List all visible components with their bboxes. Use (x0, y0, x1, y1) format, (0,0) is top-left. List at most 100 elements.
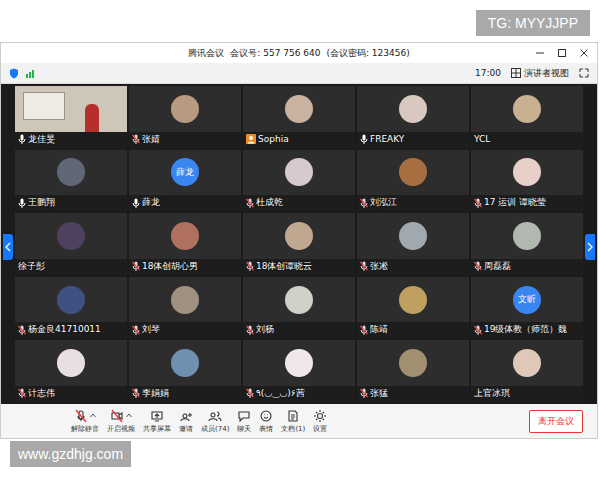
participant-tile[interactable]: FREAKY (357, 86, 469, 148)
mic-muted-icon (246, 261, 254, 271)
participant-tile[interactable]: 陈靖 (357, 277, 469, 339)
mic-icon (18, 198, 26, 208)
participant-name: FREAKY (370, 134, 404, 144)
participant-name: 周磊磊 (484, 260, 511, 273)
mic-muted-icon (360, 198, 368, 208)
avatar (171, 286, 199, 314)
avatar (399, 349, 427, 377)
participant-tile[interactable]: Sophia (243, 86, 355, 148)
avatar (513, 222, 541, 250)
shield-icon[interactable] (9, 68, 19, 79)
signal-icon[interactable] (25, 69, 35, 78)
participant-tile[interactable]: 刘琴 (129, 277, 241, 339)
mic-muted-icon (246, 325, 254, 335)
participant-tile[interactable]: 杨金良41710011 (15, 277, 127, 339)
minimize-icon[interactable] (535, 48, 545, 58)
participant-tile[interactable]: 张猛 (357, 340, 469, 402)
participant-tile[interactable]: 王鹏翔 (15, 150, 127, 212)
avatar (57, 158, 85, 186)
title-bar: 腾讯会议会议号: 557 756 640(会议密码: 123456) (1, 43, 597, 63)
fullscreen-icon[interactable] (579, 68, 589, 78)
mic-muted-icon (246, 198, 254, 208)
speaker-view-button[interactable]: 演讲者视图 (511, 67, 569, 80)
participant-tile[interactable]: 杜成乾 (243, 150, 355, 212)
mic-off-icon (74, 409, 88, 423)
participant-name: 徐子彭 (18, 260, 45, 273)
participant-tile[interactable]: 李娟娟 (129, 340, 241, 402)
emoji-icon (259, 409, 273, 423)
participant-name: 杨金良41710011 (28, 323, 101, 336)
toolbar-button[interactable]: 邀请 (179, 409, 193, 434)
avatar (513, 349, 541, 377)
maximize-icon[interactable] (557, 48, 567, 58)
next-page-button[interactable] (585, 234, 595, 260)
avatar (285, 158, 313, 186)
caret-icon[interactable] (126, 413, 132, 418)
participant-name: 17 运训 谭晓莹 (484, 196, 546, 209)
avatar (513, 158, 541, 186)
mic-muted-icon (360, 325, 368, 335)
avatar (399, 158, 427, 186)
participant-tile[interactable]: 文昕19级体教（师范）魏 (471, 277, 583, 339)
toolbar-button[interactable]: 开启视频 (107, 409, 135, 434)
participant-name: 刘泓江 (370, 196, 397, 209)
toolbar-button[interactable]: 共享屏幕 (143, 409, 171, 434)
participant-tile[interactable]: 薛龙薛龙 (129, 150, 241, 212)
mic-muted-icon (474, 325, 482, 335)
camera-off-icon (110, 409, 124, 423)
participant-name: 刘杨 (256, 323, 274, 336)
members-icon (208, 409, 222, 423)
mic-icon (132, 198, 140, 208)
mic-muted-icon (132, 388, 140, 398)
toolbar-button[interactable]: 聊天 (237, 409, 251, 434)
participant-tile[interactable]: YCL (471, 86, 583, 148)
participant-tile[interactable]: 徐子彭 (15, 213, 127, 275)
toolbar-button[interactable]: 文档(1) (281, 409, 305, 434)
participant-tile[interactable]: 刘泓江 (357, 150, 469, 212)
toolbar-button[interactable]: 解除静音 (71, 409, 99, 434)
participant-name: 18体创谭晓云 (256, 260, 312, 273)
share-screen-icon (150, 409, 164, 423)
toolbar: 解除静音开启视频共享屏幕邀请成员(74) 聊天表情文档(1) 设置 离开会议 (1, 404, 597, 438)
avatar (171, 222, 199, 250)
mic-muted-icon (246, 388, 254, 398)
participant-tile[interactable]: 龙佳旻 (15, 86, 127, 148)
avatar (285, 222, 313, 250)
participant-tile[interactable]: 18体创谭晓云 (243, 213, 355, 275)
meeting-time: 17:00 (475, 68, 501, 78)
avatar (399, 95, 427, 123)
toolbar-button[interactable]: 成员(74) (201, 409, 229, 434)
toolbar-button[interactable]: 表情 (259, 409, 273, 434)
participant-tile[interactable]: 17 运训 谭晓莹 (471, 150, 583, 212)
participant-name: 19级体教（师范）魏 (484, 323, 567, 336)
previous-page-button[interactable] (3, 234, 13, 260)
document-icon (286, 409, 300, 423)
leave-meeting-button[interactable]: 离开会议 (529, 410, 583, 433)
mic-muted-icon (132, 134, 140, 144)
close-icon[interactable] (579, 48, 589, 58)
participant-name: ٩(◡‿◡)۶茜 (256, 387, 305, 400)
watermark: www.gzdhjg.com (10, 441, 131, 467)
avatar (285, 95, 313, 123)
participant-tile[interactable]: 刘杨 (243, 277, 355, 339)
participant-tile[interactable]: 周磊磊 (471, 213, 583, 275)
participant-tile[interactable]: 18体创胡心男 (129, 213, 241, 275)
participant-tile[interactable]: ٩(◡‿◡)۶茜 (243, 340, 355, 402)
toolbar-button[interactable]: 设置 (313, 409, 327, 434)
video-gallery: 龙佳旻张婧Sophia FREAKY YCL 王鹏翔薛龙薛龙杜成乾刘泓江 17 运训 谭… (1, 84, 597, 404)
participant-tile[interactable]: 张凇 (357, 213, 469, 275)
participant-name: 计志伟 (28, 387, 55, 400)
participant-name: 张凇 (370, 260, 388, 273)
caret-icon[interactable] (90, 413, 96, 418)
participant-name: 陈靖 (370, 323, 388, 336)
video-frame (15, 86, 127, 132)
chat-icon (237, 409, 251, 423)
mic-muted-icon (360, 388, 368, 398)
participant-name: 李娟娟 (142, 387, 169, 400)
participant-tile[interactable]: 张婧 (129, 86, 241, 148)
participant-tile[interactable]: 上官冰琪 (471, 340, 583, 402)
window-title: 腾讯会议会议号: 557 756 640(会议密码: 123456) (188, 47, 409, 60)
mic-muted-icon (474, 261, 482, 271)
settings-icon (313, 409, 327, 423)
participant-tile[interactable]: 计志伟 (15, 340, 127, 402)
